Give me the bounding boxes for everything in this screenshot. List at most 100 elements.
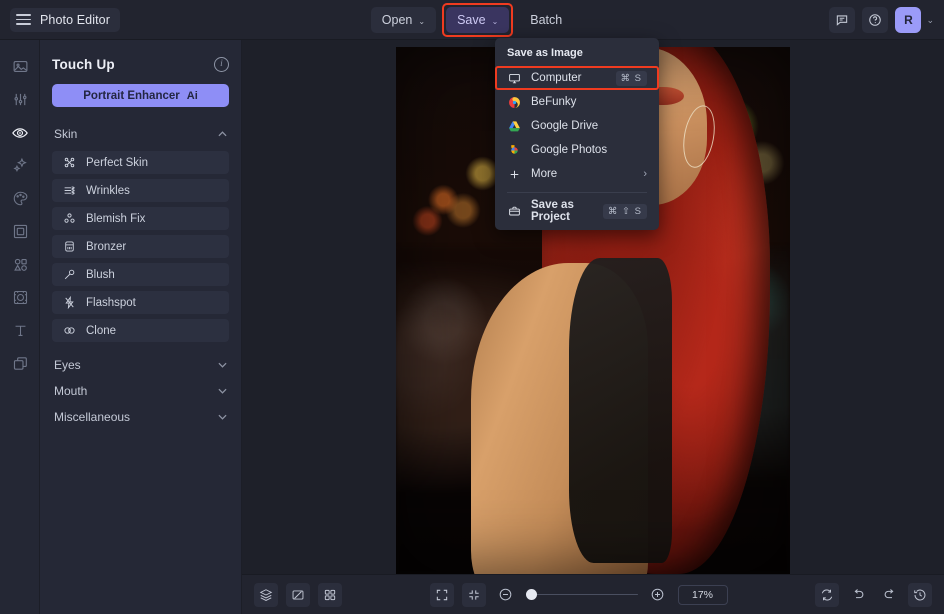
compare-button[interactable] — [286, 582, 310, 607]
blush-icon — [62, 268, 76, 281]
save-menu-item-befunky[interactable]: BeFunky — [495, 90, 659, 114]
zoom-slider-track — [525, 593, 638, 596]
group-label-mouth: Mouth — [54, 383, 88, 398]
perfect-skin-icon — [62, 156, 76, 169]
image-icon — [12, 58, 29, 75]
touch-up-eye-icon — [11, 124, 29, 142]
group-header-eyes[interactable]: Eyes — [52, 352, 229, 377]
chevron-down-icon: ⌄ — [491, 16, 499, 26]
graphics-shapes-icon — [12, 256, 29, 273]
tool-wrinkles[interactable]: Wrinkles — [52, 179, 229, 202]
befunky-logo-icon — [507, 96, 521, 109]
feedback-button[interactable] — [829, 7, 856, 33]
top-toolbar-center: Open ⌄ Save ⌄ Batch — [0, 0, 944, 40]
photo-editor-app: Photo Editor Open ⌄ Save ⌄ Batch R ⌄ Tou… — [0, 0, 944, 614]
batch-button[interactable]: Batch — [519, 7, 573, 33]
page-title: Touch Up — [52, 56, 115, 72]
open-button[interactable]: Open ⌄ — [370, 7, 437, 33]
rail-item-effects[interactable] — [0, 149, 40, 182]
account-chevron-down-icon[interactable]: ⌄ — [926, 15, 934, 26]
rail-item-layers[interactable] — [0, 347, 40, 380]
touch-up-panel: Touch Up i Portrait Enhancer Ai Skin Per… — [40, 40, 242, 614]
save-menu-item-more[interactable]: More › — [495, 162, 659, 186]
google-photos-icon — [507, 144, 521, 157]
effects-sparkle-icon — [12, 157, 29, 174]
batch-label: Batch — [530, 13, 563, 27]
zoom-in-button[interactable] — [646, 583, 670, 607]
wrinkles-icon — [62, 184, 76, 197]
plus-icon — [507, 168, 521, 181]
group-header-mouth[interactable]: Mouth — [52, 378, 229, 403]
chevron-down-icon — [218, 388, 227, 394]
rail-item-artsy[interactable] — [0, 182, 40, 215]
portrait-enhancer-button[interactable]: Portrait Enhancer Ai — [52, 84, 229, 107]
monitor-icon — [507, 72, 521, 85]
redo-icon — [882, 587, 897, 602]
compare-icon — [291, 588, 305, 602]
shrink-icon — [467, 588, 481, 602]
group-header-skin[interactable]: Skin — [52, 121, 229, 147]
tool-bronzer[interactable]: Bronzer — [52, 235, 229, 258]
tool-clone[interactable]: Clone — [52, 319, 229, 342]
save-button[interactable]: Save ⌄ — [442, 3, 514, 37]
fit-screen-button[interactable] — [429, 582, 454, 607]
reset-button[interactable] — [815, 582, 839, 607]
rail-item-text[interactable] — [0, 314, 40, 347]
save-menu-item-google-photos[interactable]: Google Photos — [495, 138, 659, 162]
undo-button[interactable] — [846, 583, 870, 607]
skin-tool-list: Perfect Skin Wrinkles Blemish Fix Bronze… — [52, 151, 229, 342]
chevron-up-icon — [218, 131, 227, 137]
rail-item-graphics[interactable] — [0, 248, 40, 281]
save-menu-label: Google Photos — [531, 144, 608, 156]
ai-badge: Ai — [186, 89, 198, 102]
clone-icon — [62, 324, 76, 337]
info-icon[interactable]: i — [214, 56, 229, 72]
zoom-slider-knob[interactable] — [525, 589, 537, 600]
save-menu-label: Save as Project — [531, 199, 574, 223]
save-menu-item-project[interactable]: Save as Project ⌘ ⇧ S — [495, 199, 659, 223]
rail-item-image[interactable] — [0, 50, 40, 83]
google-drive-icon — [507, 120, 521, 133]
save-menu-item-google-drive[interactable]: Google Drive — [495, 114, 659, 138]
tool-flashspot[interactable]: Flashspot — [52, 291, 229, 314]
save-menu-item-computer[interactable]: Computer ⌘ S — [495, 66, 659, 90]
zoom-out-button[interactable] — [494, 583, 518, 607]
text-icon — [12, 322, 29, 339]
grid-view-button[interactable] — [318, 582, 342, 607]
tool-label: Perfect Skin — [86, 156, 148, 169]
layers-stack-button[interactable] — [254, 582, 278, 607]
bronzer-icon — [62, 240, 76, 253]
tool-perfect-skin[interactable]: Perfect Skin — [52, 151, 229, 174]
tool-label: Wrinkles — [86, 184, 130, 197]
artsy-palette-icon — [12, 190, 29, 207]
redo-button[interactable] — [877, 583, 901, 607]
zoom-controls: 17% — [429, 582, 728, 607]
tool-blush[interactable]: Blush — [52, 263, 229, 286]
help-button[interactable] — [862, 7, 889, 33]
save-menu-label: More — [531, 168, 558, 180]
tool-label: Flashspot — [86, 296, 136, 309]
menu-divider — [507, 192, 647, 193]
tool-rail — [0, 40, 40, 614]
layers-icon — [12, 355, 29, 372]
history-button[interactable] — [908, 582, 932, 607]
rail-item-touch-up[interactable] — [0, 116, 40, 149]
adjust-sliders-icon — [12, 91, 29, 108]
rail-item-frames[interactable] — [0, 215, 40, 248]
actual-size-button[interactable] — [461, 582, 486, 607]
rail-item-edit[interactable] — [0, 83, 40, 116]
history-icon — [913, 588, 927, 602]
photo-subject-top — [569, 257, 672, 564]
grid-view-icon — [323, 588, 337, 602]
zoom-level-value[interactable]: 17% — [677, 584, 728, 605]
shortcut-badge: ⌘ ⇧ S — [602, 203, 647, 219]
group-header-miscellaneous[interactable]: Miscellaneous — [52, 404, 229, 429]
tool-blemish-fix[interactable]: Blemish Fix — [52, 207, 229, 230]
zoom-slider[interactable] — [525, 588, 638, 602]
rail-item-overlays[interactable] — [0, 281, 40, 314]
bottom-left-tools — [254, 582, 342, 607]
undo-icon — [851, 587, 866, 602]
flashspot-icon — [62, 296, 76, 309]
avatar[interactable]: R — [895, 7, 922, 33]
group-label-eyes: Eyes — [54, 357, 81, 372]
